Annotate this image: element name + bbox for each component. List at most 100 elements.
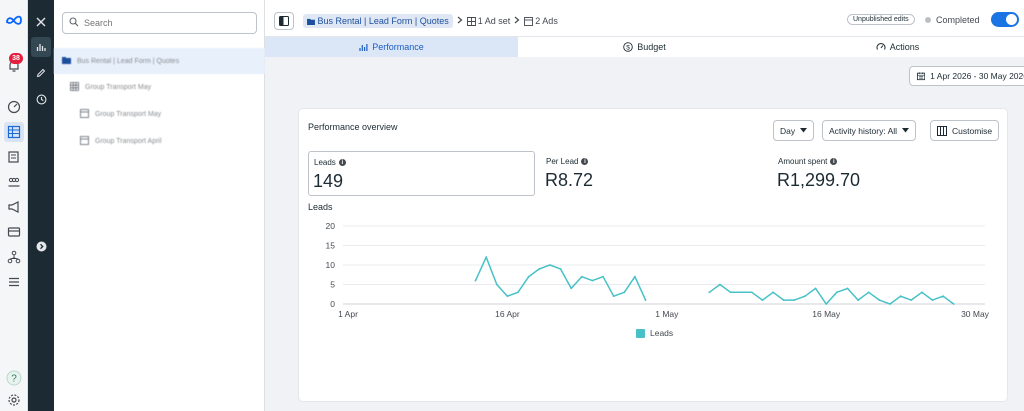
chart-legend[interactable]: Leads: [636, 328, 673, 338]
breadcrumb-ads-label: 2 Ads: [535, 16, 558, 26]
data-point: [634, 275, 636, 278]
grid-icon: [70, 81, 79, 93]
campaign-on-off-toggle[interactable]: [991, 12, 1019, 27]
editor-tools-rail: [28, 0, 54, 411]
editor-tabs: Performance $ Budget Actions: [265, 37, 1024, 57]
chevron-right-icon: [457, 16, 463, 26]
svg-text:?: ?: [11, 374, 17, 385]
data-point: [580, 275, 583, 278]
toggle-panel-button[interactable]: [274, 12, 294, 30]
tree-item-campaign[interactable]: Bus Rental | Lead Form | Quotes: [54, 48, 265, 74]
tree-item-label: Group Transport May: [85, 83, 152, 91]
performance-chart-icon[interactable]: [31, 37, 51, 57]
pages-icon[interactable]: [4, 147, 24, 167]
expand-chevron-icon[interactable]: [31, 236, 51, 256]
data-point: [942, 295, 945, 298]
tree-item-adset[interactable]: Group Transport May: [54, 74, 265, 100]
data-point: [931, 299, 934, 301]
tree-search-box[interactable]: [62, 12, 257, 34]
close-icon[interactable]: [31, 12, 51, 32]
ad-icon: [80, 108, 89, 120]
data-point: [485, 256, 488, 259]
data-point: [474, 279, 477, 282]
ad-icon: [80, 135, 89, 147]
data-point: [559, 268, 562, 270]
breadcrumb-campaign[interactable]: Bus Rental | Lead Form | Quotes: [303, 14, 453, 28]
edit-pencil-icon[interactable]: [31, 63, 51, 83]
x-tick-label: 16 May: [812, 309, 841, 319]
folder-icon: [307, 18, 315, 25]
data-point: [793, 299, 796, 301]
ads-manager-table-icon[interactable]: [4, 122, 24, 142]
data-point: [719, 283, 721, 286]
data-point: [644, 299, 647, 301]
audiences-icon[interactable]: [4, 172, 24, 192]
legend-label: Leads: [650, 328, 674, 338]
data-point: [846, 287, 849, 290]
help-icon[interactable]: ?: [4, 368, 24, 388]
all-tools-menu-icon[interactable]: [4, 272, 24, 292]
business-settings-icon[interactable]: [4, 247, 24, 267]
series-line-leads: [708, 283, 955, 305]
tab-actions[interactable]: Actions: [771, 37, 1024, 57]
x-tick-label: 1 May: [655, 309, 679, 319]
data-point: [570, 287, 573, 290]
data-point: [825, 303, 828, 305]
data-point: [772, 291, 774, 294]
date-range-picker[interactable]: 1 Apr 2026 - 30 May 2026: [909, 66, 1024, 86]
app-rail: 38 ?: [0, 0, 28, 411]
tree-item-label: Bus Rental | Lead Form | Quotes: [77, 57, 180, 65]
y-tick-label: 10: [326, 260, 336, 270]
x-tick-label: 30 May: [961, 309, 990, 319]
leads-line-chart: 0 5 10 15 20 1 Apr 16 Apr 1 May 16 May 30 May: [326, 221, 990, 319]
tab-budget[interactable]: $ Budget: [518, 37, 771, 57]
history-clock-icon[interactable]: [31, 89, 51, 109]
data-point: [857, 299, 860, 301]
data-point: [782, 299, 785, 301]
y-tick-label: 15: [326, 241, 336, 251]
ad-icon: [524, 16, 534, 26]
main-area: Bus Rental | Lead Form | Quotes 1 Ad set…: [265, 0, 1024, 411]
meta-logo-icon[interactable]: [4, 10, 24, 30]
data-point: [910, 299, 913, 301]
data-point: [761, 299, 764, 301]
svg-text:$: $: [626, 44, 630, 51]
tree-item-ad[interactable]: Group Transport April: [54, 128, 265, 154]
tree-item-ad[interactable]: Group Transport May: [54, 101, 265, 127]
data-point: [740, 291, 743, 294]
tab-label: Budget: [637, 42, 666, 52]
tree-item-label: Group Transport April: [95, 137, 162, 145]
settings-gear-icon[interactable]: [4, 390, 24, 410]
legend-swatch: [636, 328, 645, 338]
sidebar-toggle-icon: [279, 16, 289, 26]
search-icon: [69, 17, 79, 29]
data-point: [708, 291, 711, 294]
x-tick-label: 16 Apr: [495, 309, 520, 319]
x-tick-label: 1 Apr: [338, 309, 358, 319]
tree-item-label: Group Transport May: [95, 110, 162, 118]
data-point: [517, 291, 519, 294]
y-tick-label: 0: [330, 299, 335, 309]
data-point: [506, 295, 509, 298]
tab-label: Performance: [372, 42, 424, 52]
notification-badge: 38: [9, 53, 23, 64]
tab-performance[interactable]: Performance: [265, 37, 518, 57]
toggle-knob: [1006, 14, 1017, 25]
data-point: [623, 291, 626, 294]
data-point: [878, 299, 881, 301]
data-point: [729, 291, 732, 294]
y-tick-label: 20: [326, 221, 336, 231]
billing-card-icon[interactable]: [4, 222, 24, 242]
tree-search-input[interactable]: [84, 18, 244, 28]
breadcrumb-adsets[interactable]: 1 Ad set: [466, 16, 510, 26]
tab-label: Actions: [889, 42, 920, 52]
status-label: Completed: [936, 15, 980, 25]
dashboard-icon[interactable]: [4, 97, 24, 117]
data-point: [538, 268, 541, 270]
data-point: [750, 291, 753, 294]
data-point: [612, 295, 615, 298]
megaphone-icon[interactable]: [4, 197, 24, 217]
data-point: [602, 275, 604, 278]
breadcrumb-ads[interactable]: 2 Ads: [524, 16, 558, 26]
unpublished-edits-badge[interactable]: Unpublished edits: [847, 14, 915, 25]
